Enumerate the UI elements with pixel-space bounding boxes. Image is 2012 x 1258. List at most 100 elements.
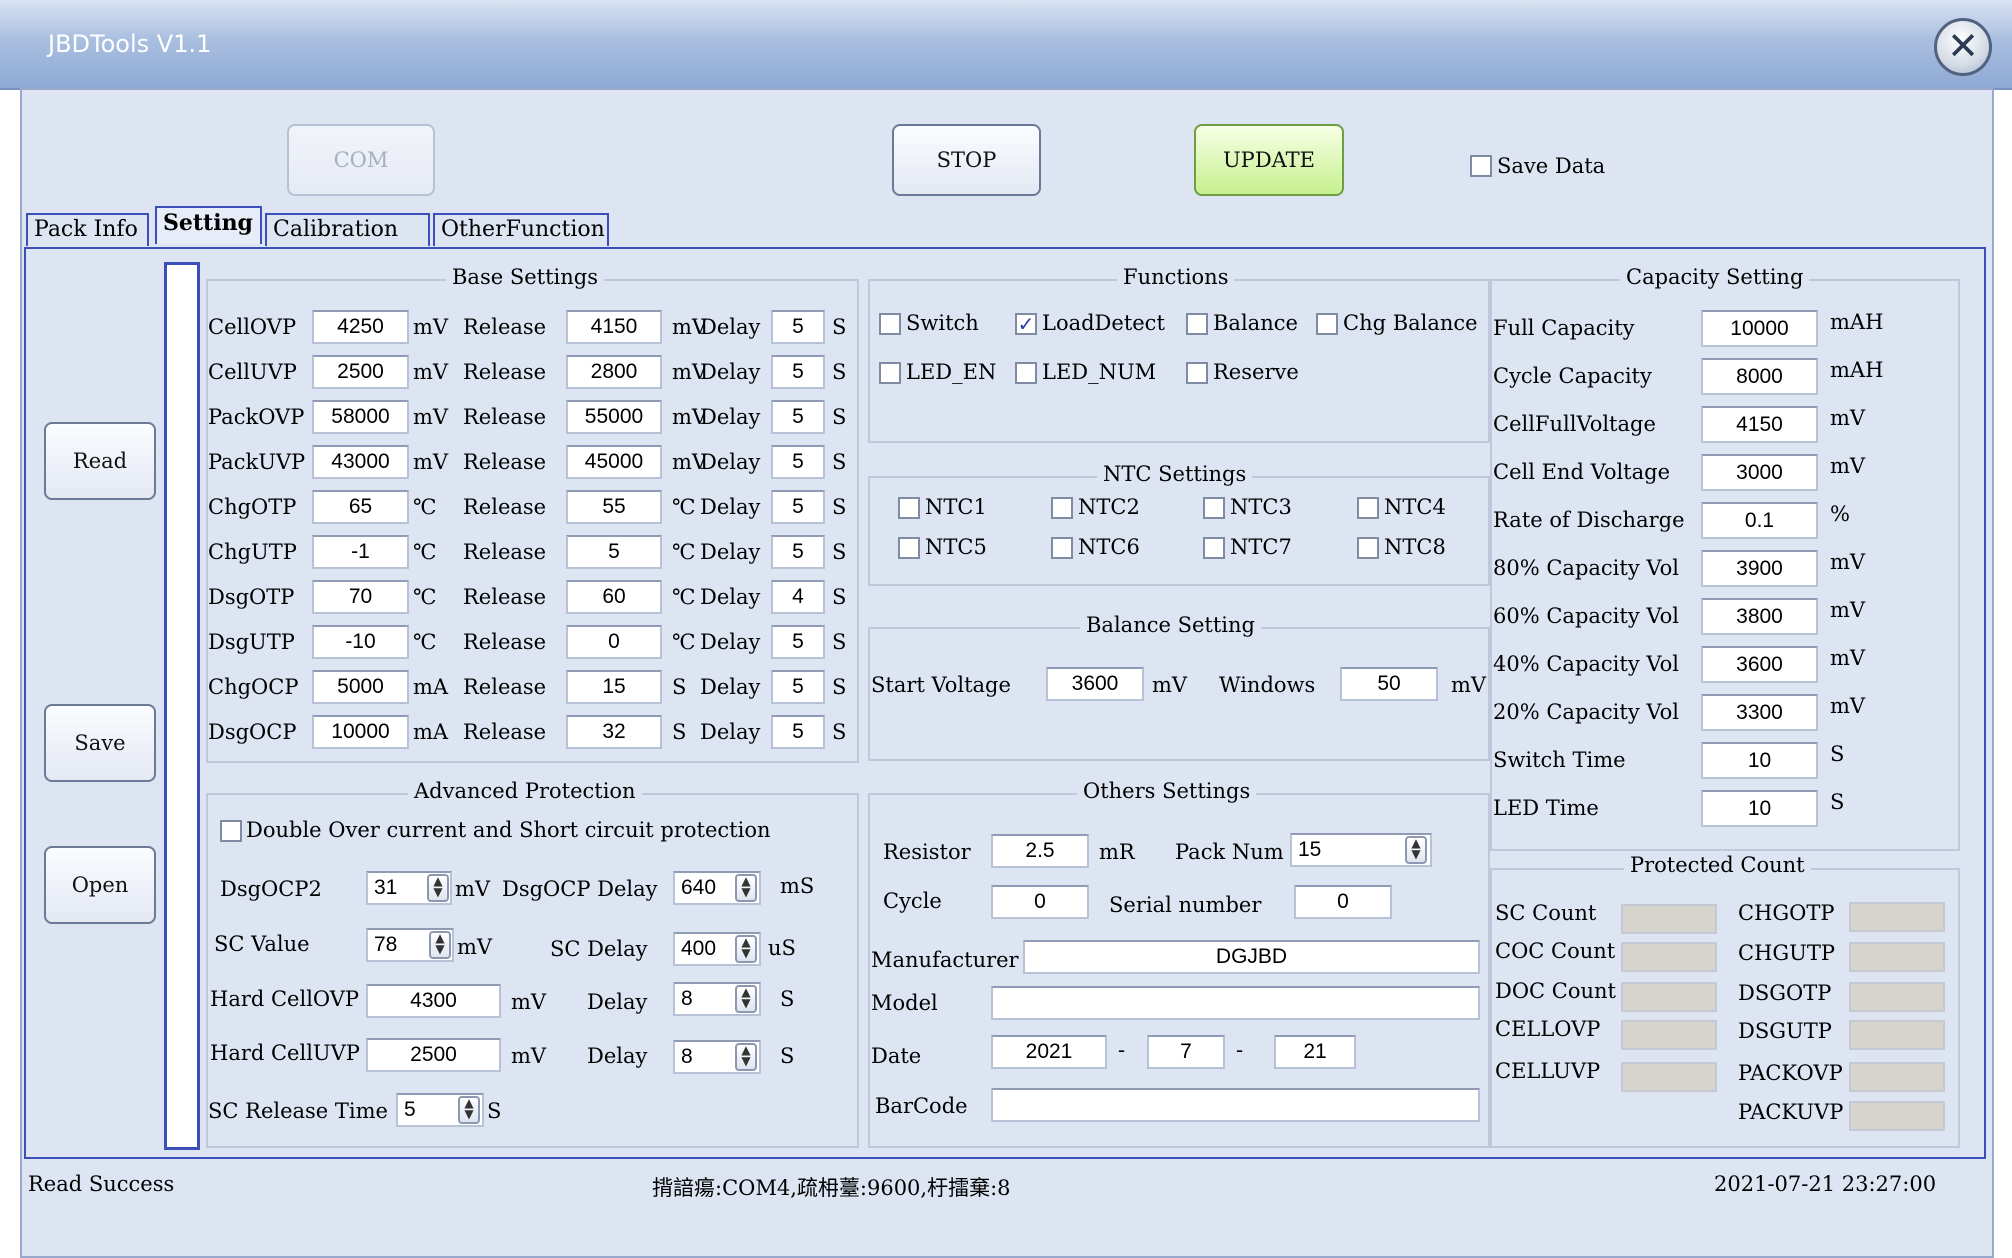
stop-button[interactable]: STOP (892, 124, 1041, 196)
protected-count-value (1849, 1062, 1945, 1092)
tab-pack-info[interactable]: Pack Info (26, 213, 149, 246)
tab-calibration[interactable]: Calibration (265, 213, 430, 246)
pack-num-spin-icon[interactable]: ▲ ▼ (1405, 836, 1427, 864)
sc-delay-spin-icon[interactable]: ▲ ▼ (735, 935, 757, 963)
date-day-input[interactable]: 21 (1274, 1035, 1356, 1069)
base-row-delay-input[interactable]: 5 (771, 355, 825, 389)
capacity-row-input[interactable]: 10000 (1701, 310, 1818, 347)
base-row-delay-unit: S (832, 360, 847, 384)
protected-count-value (1849, 902, 1945, 932)
base-row-value-input[interactable]: -1 (312, 535, 409, 569)
base-row-delay-input[interactable]: 5 (771, 490, 825, 524)
base-row-value-input[interactable]: 70 (312, 580, 409, 614)
base-row-delay-input[interactable]: 5 (771, 310, 825, 344)
hard-uvp-delay-spin-icon[interactable]: ▲ ▼ (735, 1043, 757, 1071)
base-row-value-input[interactable]: -10 (312, 625, 409, 659)
serial-number-input[interactable]: 0 (1294, 885, 1392, 919)
update-button[interactable]: UPDATE (1194, 124, 1344, 196)
date-month-input[interactable]: 7 (1147, 1035, 1225, 1069)
function-checkbox[interactable] (1316, 313, 1338, 335)
function-checkbox[interactable] (879, 313, 901, 335)
ntc-checkbox[interactable] (1051, 497, 1073, 519)
resistor-input[interactable]: 2.5 (991, 834, 1089, 868)
capacity-row-input[interactable]: 10 (1701, 790, 1818, 827)
base-row-value-input[interactable]: 5000 (312, 670, 409, 704)
base-row-release-input[interactable]: 32 (566, 715, 662, 749)
capacity-row-label: Rate of Discharge (1493, 508, 1685, 532)
hard-uvp-input[interactable]: 2500 (366, 1038, 501, 1072)
start-voltage-input[interactable]: 3600 (1046, 667, 1144, 701)
ntc-checkbox[interactable] (898, 497, 920, 519)
base-row-release-input[interactable]: 2800 (566, 355, 662, 389)
ntc-checkbox[interactable] (1051, 537, 1073, 559)
base-row-release-input[interactable]: 5 (566, 535, 662, 569)
base-row-release-input[interactable]: 45000 (566, 445, 662, 479)
function-checkbox[interactable]: ✓ (1015, 313, 1037, 335)
sc-value-spin-icon[interactable]: ▲ ▼ (429, 931, 451, 959)
capacity-row-input[interactable]: 3600 (1701, 646, 1818, 683)
hard-ovp-input[interactable]: 4300 (366, 984, 501, 1018)
base-row-label: DsgOCP (208, 720, 297, 744)
base-row-value-input[interactable]: 43000 (312, 445, 409, 479)
dsgocp-delay-spin-icon[interactable]: ▲ ▼ (735, 874, 757, 902)
base-row-release-input[interactable]: 0 (566, 625, 662, 659)
base-row-delay-input[interactable]: 4 (771, 580, 825, 614)
base-row-value-input[interactable]: 65 (312, 490, 409, 524)
base-row-value-input[interactable]: 2500 (312, 355, 409, 389)
base-row-delay-input[interactable]: 5 (771, 400, 825, 434)
base-row-delay-label: Delay (700, 360, 761, 384)
barcode-input[interactable] (991, 1088, 1480, 1122)
hard-ovp-delay-spin-icon[interactable]: ▲ ▼ (735, 985, 757, 1013)
base-row-release-unit: S (672, 720, 687, 744)
ntc-checkbox[interactable] (1203, 537, 1225, 559)
base-row-release-input[interactable]: 55 (566, 490, 662, 524)
sc-release-spin-icon[interactable]: ▲ ▼ (458, 1096, 480, 1124)
capacity-row-input[interactable]: 10 (1701, 742, 1818, 779)
base-row-delay-input[interactable]: 5 (771, 445, 825, 479)
capacity-row-input[interactable]: 3300 (1701, 694, 1818, 731)
function-checkbox[interactable] (879, 362, 901, 384)
base-row-delay-input[interactable]: 5 (771, 535, 825, 569)
ntc-checkbox[interactable] (898, 537, 920, 559)
base-row-delay-input[interactable]: 5 (771, 670, 825, 704)
open-button[interactable]: Open (44, 846, 156, 924)
base-row-value-input[interactable]: 4250 (312, 310, 409, 344)
base-row-release-input[interactable]: 60 (566, 580, 662, 614)
close-button[interactable]: ✕ (1934, 18, 1992, 76)
function-checkbox[interactable] (1015, 362, 1037, 384)
base-row-delay-input[interactable]: 5 (771, 715, 825, 749)
model-input[interactable] (991, 986, 1480, 1020)
save-button[interactable]: Save (44, 704, 156, 782)
dsgocp2-spin-icon[interactable]: ▲ ▼ (427, 874, 449, 902)
tab-other-function[interactable]: OtherFunction (433, 213, 609, 246)
manufacturer-input[interactable]: DGJBD (1023, 940, 1480, 974)
date-year-input[interactable]: 2021 (991, 1035, 1107, 1069)
base-row-value-input[interactable]: 58000 (312, 400, 409, 434)
tab-setting[interactable]: Setting (155, 206, 262, 244)
base-row-release-input[interactable]: 4150 (566, 310, 662, 344)
function-checkbox[interactable] (1186, 313, 1208, 335)
read-button[interactable]: Read (44, 422, 156, 500)
capacity-row-input[interactable]: 0.1 (1701, 502, 1818, 539)
capacity-row-input[interactable]: 3900 (1701, 550, 1818, 587)
base-row-release-input[interactable]: 55000 (566, 400, 662, 434)
com-button[interactable]: COM (287, 124, 435, 196)
save-data-checkbox[interactable] (1470, 155, 1492, 177)
base-row-release-unit: ℃ (672, 540, 696, 564)
status-datetime: 2021-07-21 23:27:00 (1714, 1172, 1937, 1196)
windows-input[interactable]: 50 (1340, 667, 1438, 701)
function-checkbox[interactable] (1186, 362, 1208, 384)
capacity-row-input[interactable]: 3800 (1701, 598, 1818, 635)
base-row-release-input[interactable]: 15 (566, 670, 662, 704)
ntc-checkbox[interactable] (1203, 497, 1225, 519)
base-row-delay-input[interactable]: 5 (771, 625, 825, 659)
capacity-row-label: CellFullVoltage (1493, 412, 1656, 436)
ntc-checkbox[interactable] (1357, 537, 1379, 559)
ntc-checkbox[interactable] (1357, 497, 1379, 519)
capacity-row-input[interactable]: 4150 (1701, 406, 1818, 443)
double-ocp-checkbox[interactable] (220, 820, 242, 842)
base-row-value-input[interactable]: 10000 (312, 715, 409, 749)
capacity-row-input[interactable]: 3000 (1701, 454, 1818, 491)
cycle-input[interactable]: 0 (991, 885, 1089, 919)
capacity-row-input[interactable]: 8000 (1701, 358, 1818, 395)
